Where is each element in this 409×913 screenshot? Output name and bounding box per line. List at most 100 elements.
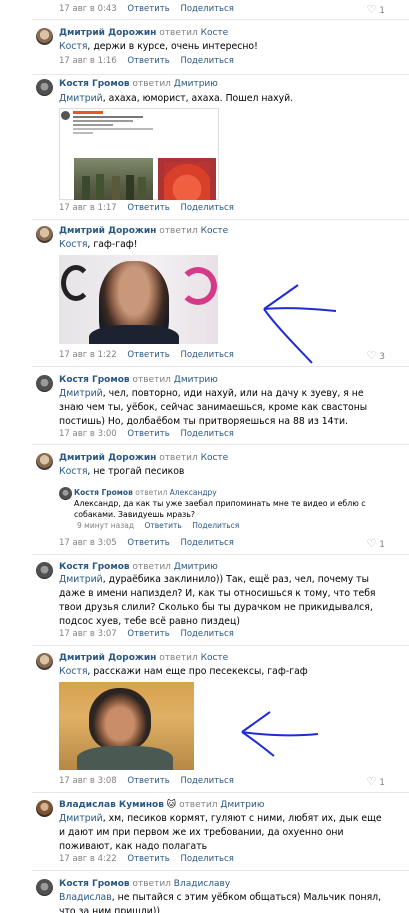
avatar[interactable] bbox=[36, 375, 53, 392]
comment-body: , не трогай песиков bbox=[87, 466, 185, 477]
divider bbox=[32, 366, 409, 367]
reply-to-link[interactable]: Дмитрию bbox=[174, 79, 218, 89]
comment-date[interactable]: 17 авг в 4:22 bbox=[59, 854, 117, 864]
reply-to-link[interactable]: Косте bbox=[201, 28, 229, 38]
reply-button[interactable]: Ответить bbox=[127, 4, 169, 14]
replied-label: ответил bbox=[135, 488, 168, 497]
reply-button[interactable]: Ответить bbox=[127, 56, 169, 66]
author-name[interactable]: Костя Громов bbox=[59, 79, 130, 89]
share-button[interactable]: Поделиться bbox=[180, 429, 233, 439]
comment-body: , чел, повторно, иди нахуй, или на дачу … bbox=[59, 388, 368, 427]
like-button[interactable]: ♡ 1 bbox=[367, 775, 385, 788]
replied-label: ответил bbox=[159, 653, 198, 663]
replied-label: ответил bbox=[132, 375, 171, 385]
author-name[interactable]: Костя Громов bbox=[59, 562, 130, 572]
comment-date[interactable]: 17 авг в 1:17 bbox=[59, 203, 117, 213]
mention-link[interactable]: Владислав bbox=[59, 892, 112, 903]
author-name[interactable]: Владислав Куминов bbox=[59, 800, 164, 810]
attached-photo[interactable] bbox=[59, 255, 218, 344]
avatar[interactable] bbox=[59, 487, 72, 500]
author-name[interactable]: Костя Громов bbox=[59, 375, 130, 385]
comment-header: Костя Громов ответил Владиславу bbox=[59, 879, 230, 890]
replied-label: ответил bbox=[159, 453, 198, 463]
reply-button[interactable]: Ответить bbox=[127, 538, 169, 548]
comment-date[interactable]: 17 авг в 3:05 bbox=[59, 538, 117, 548]
avatar[interactable] bbox=[36, 562, 53, 579]
reply-button[interactable]: Ответить bbox=[127, 203, 169, 213]
like-button[interactable]: ♡ 1 bbox=[367, 3, 385, 16]
avatar[interactable] bbox=[36, 453, 53, 470]
mention-link[interactable]: Костя bbox=[59, 239, 87, 250]
comment-date[interactable]: 17 авг в 3:00 bbox=[59, 429, 117, 439]
share-button[interactable]: Поделиться bbox=[192, 521, 239, 530]
reply-to-link[interactable]: Косте bbox=[201, 226, 229, 236]
comment-date[interactable]: 17 авг в 3:08 bbox=[59, 776, 117, 786]
mention-link[interactable]: Дмитрий bbox=[59, 574, 103, 585]
reply-button[interactable]: Ответить bbox=[127, 350, 169, 360]
reply-button[interactable]: Ответить bbox=[127, 629, 169, 639]
comment-date[interactable]: 17 авг в 0:43 bbox=[59, 4, 117, 14]
share-button[interactable]: Поделиться bbox=[180, 56, 233, 66]
replied-label: ответил bbox=[159, 226, 198, 236]
comment-date[interactable]: 17 авг в 1:22 bbox=[59, 350, 117, 360]
author-name[interactable]: Дмитрий Дорожин bbox=[59, 226, 156, 236]
comment-text: Александр, да как ты уже заебал припомин… bbox=[74, 498, 374, 520]
comment-meta: 17 авг в 1:16 Ответить Поделиться bbox=[59, 56, 242, 67]
avatar[interactable] bbox=[36, 653, 53, 670]
comment-date[interactable]: 17 авг в 1:16 bbox=[59, 56, 117, 66]
attached-screenshot[interactable] bbox=[59, 108, 219, 200]
avatar[interactable] bbox=[36, 800, 53, 817]
avatar[interactable] bbox=[36, 79, 53, 96]
reply-button[interactable]: Ответить bbox=[144, 521, 181, 530]
share-button[interactable]: Поделиться bbox=[180, 854, 233, 864]
mention-link[interactable]: Костя bbox=[59, 466, 87, 477]
share-button[interactable]: Поделиться bbox=[180, 538, 233, 548]
attached-photo[interactable] bbox=[59, 682, 194, 770]
comment-text: Дмитрий, чел, повторно, иди нахуй, или н… bbox=[59, 387, 389, 429]
reply-to-link[interactable]: Косте bbox=[201, 453, 229, 463]
share-button[interactable]: Поделиться bbox=[180, 629, 233, 639]
comment-header: Костя Громов ответил Дмитрию bbox=[59, 375, 218, 386]
reply-to-link[interactable]: Дмитрию bbox=[174, 562, 218, 572]
reply-to-link[interactable]: Владиславу bbox=[174, 879, 230, 889]
like-button[interactable]: ♡ 1 bbox=[367, 537, 385, 550]
mention-link[interactable]: Дмитрий bbox=[59, 813, 103, 824]
author-name[interactable]: Дмитрий Дорожин bbox=[59, 653, 156, 663]
share-button[interactable]: Поделиться bbox=[180, 4, 233, 14]
replied-label: ответил bbox=[132, 879, 171, 889]
comment-date[interactable]: 9 минут назад bbox=[77, 521, 134, 530]
avatar[interactable] bbox=[36, 28, 53, 45]
comment-date[interactable]: 17 авг в 3:07 bbox=[59, 629, 117, 639]
comment-header: Дмитрий Дорожин ответил Косте bbox=[59, 453, 228, 464]
mention-link[interactable]: Дмитрий bbox=[59, 388, 103, 399]
reply-button[interactable]: Ответить bbox=[127, 854, 169, 864]
reply-to-link[interactable]: Дмитрию bbox=[174, 375, 218, 385]
replied-label: ответил bbox=[132, 79, 171, 89]
reply-to-link[interactable]: Косте bbox=[201, 653, 229, 663]
share-button[interactable]: Поделиться bbox=[180, 350, 233, 360]
like-count: 1 bbox=[379, 778, 385, 788]
reply-to-link[interactable]: Александру bbox=[170, 488, 217, 497]
comment-meta: 17 авг в 3:08 Ответить Поделиться bbox=[59, 776, 242, 787]
like-count: 1 bbox=[379, 540, 385, 550]
avatar[interactable] bbox=[36, 879, 53, 896]
author-name[interactable]: Дмитрий Дорожин bbox=[59, 28, 156, 38]
author-name[interactable]: Костя Громов bbox=[74, 488, 133, 497]
mention-link[interactable]: Костя bbox=[59, 41, 87, 52]
share-button[interactable]: Поделиться bbox=[180, 776, 233, 786]
like-button[interactable]: ♡ 3 bbox=[367, 349, 385, 362]
comment-meta: 17 авг в 1:22 Ответить Поделиться bbox=[59, 350, 242, 361]
comment-body: , держи в курсе, очень интересно! bbox=[87, 41, 258, 52]
share-button[interactable]: Поделиться bbox=[180, 203, 233, 213]
author-name[interactable]: Дмитрий Дорожин bbox=[59, 453, 156, 463]
author-name[interactable]: Костя Громов bbox=[59, 879, 130, 889]
reply-to-link[interactable]: Дмитрию bbox=[220, 800, 264, 810]
heart-icon: ♡ bbox=[366, 3, 377, 16]
reply-button[interactable]: Ответить bbox=[127, 776, 169, 786]
replied-label: ответил bbox=[132, 562, 171, 572]
comment-text: Дмитрий, дураёбика заклинило)) Так, ещё … bbox=[59, 573, 389, 629]
reply-button[interactable]: Ответить bbox=[127, 429, 169, 439]
mention-link[interactable]: Дмитрий bbox=[59, 93, 103, 104]
mention-link[interactable]: Костя bbox=[59, 666, 87, 677]
avatar[interactable] bbox=[36, 226, 53, 243]
